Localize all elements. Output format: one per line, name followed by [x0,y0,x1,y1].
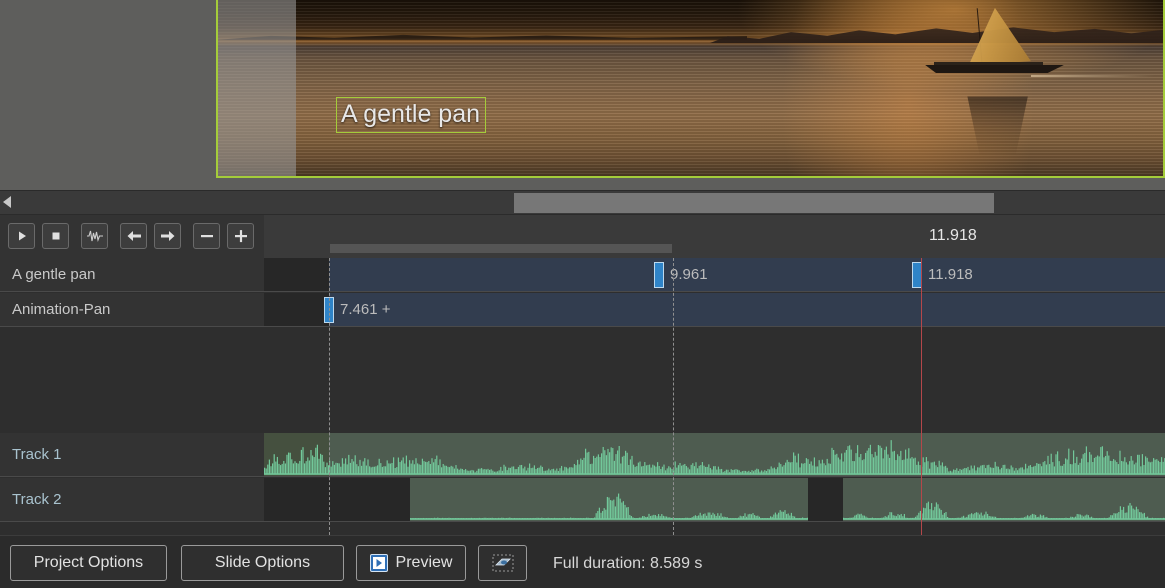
mountain-ridge-left [218,34,748,40]
timeline-ruler[interactable]: 11.918 [264,215,1165,258]
arrow-left-icon [127,231,141,241]
audio-clip[interactable] [843,478,1165,521]
lane-lead-gap [264,293,329,326]
lane-lead-gap [264,258,329,291]
audio-waveform [329,440,1165,475]
publish-button[interactable] [478,545,527,581]
preview-play-icon [369,554,388,572]
stop-icon [52,232,59,240]
scrollbar-thumb[interactable] [514,193,994,213]
play-icon [18,231,26,241]
boat-hull [925,64,1065,74]
zoom-out-button[interactable] [193,223,220,249]
keyframe-time-label: 9.961 [670,266,708,283]
waveform-button[interactable] [81,223,108,249]
row-label-track-2: Track 2 [0,478,264,521]
row-label-a-gentle-pan: A gentle pan [0,258,264,291]
slideshow-editor-window: A gentle pan 11.918 A gentle pan 9.961 1… [0,0,1165,588]
pan-region-mask [218,0,297,176]
stop-button[interactable] [42,223,69,249]
project-options-button[interactable]: Project Options [10,545,167,581]
playhead-time-readout: 11.918 [929,227,977,244]
boat-sail [968,7,1031,66]
preview-button[interactable]: Preview [356,545,466,581]
row-lane[interactable]: 7.461 + [264,293,1165,326]
keyframe-time-label: 7.461 + [340,301,391,318]
bottom-toolbar: Project Options Slide Options Preview Fu… [0,535,1165,588]
keyframe-time-label: 11.918 [928,266,973,283]
preview-label: Preview [395,554,453,571]
row-label-track-1: Track 1 [0,433,264,476]
timeline-toolbar [0,215,264,258]
audio-clip[interactable] [410,478,808,521]
row-label-animation-pan: Animation-Pan [0,293,264,326]
previous-button[interactable] [120,223,147,249]
plus-icon [234,230,247,243]
keyframe-marker[interactable] [912,262,922,288]
audio-clip[interactable] [329,433,1165,476]
full-duration-label: Full duration: 8.589 s [553,555,703,572]
arrow-right-icon [160,231,174,241]
boat-wake [1030,75,1154,78]
audio-clip[interactable] [264,433,329,476]
boat-reflection [967,96,1028,155]
timeline-row-object[interactable]: A gentle pan 9.961 11.918 [0,258,1165,292]
slide-photo-sunset-sailboat [218,0,1163,176]
slide-options-label: Slide Options [214,554,311,571]
waveform-icon [86,230,103,243]
project-options-label: Project Options [33,554,144,571]
timeline-progress-bar [330,244,672,253]
minus-icon [200,235,213,238]
row-lane[interactable]: 9.961 11.918 [264,258,1165,291]
timeline-body: A gentle pan 9.961 11.918 Animation-Pan … [0,258,1165,535]
timeline-row-track[interactable]: Track 2 [0,478,1165,522]
keyframe-marker[interactable] [654,262,664,288]
keyframe-marker[interactable] [324,297,334,323]
sailboat [922,7,1073,100]
slide-selection-frame[interactable]: A gentle pan [216,0,1165,178]
object-clip[interactable] [329,258,1165,291]
play-button[interactable] [8,223,35,249]
timeline-row-object[interactable]: Animation-Pan 7.461 + [0,293,1165,327]
row-lane[interactable] [264,478,1165,521]
next-button[interactable] [154,223,181,249]
object-clip[interactable] [329,293,1165,326]
publish-disc-icon [492,554,514,572]
audio-waveform [410,493,808,520]
audio-waveform [843,501,1165,520]
timeline-row-track[interactable]: Track 1 [0,433,1165,477]
slide-text-object[interactable]: A gentle pan [336,97,487,133]
preview-area: A gentle pan [0,0,1165,190]
timeline-horizontal-scrollbar[interactable] [0,190,1165,214]
zoom-in-button[interactable] [227,223,254,249]
scroll-left-arrow-icon[interactable] [3,196,11,208]
row-lane[interactable] [264,433,1165,476]
audio-waveform [264,444,329,475]
slide-options-button[interactable]: Slide Options [181,545,344,581]
